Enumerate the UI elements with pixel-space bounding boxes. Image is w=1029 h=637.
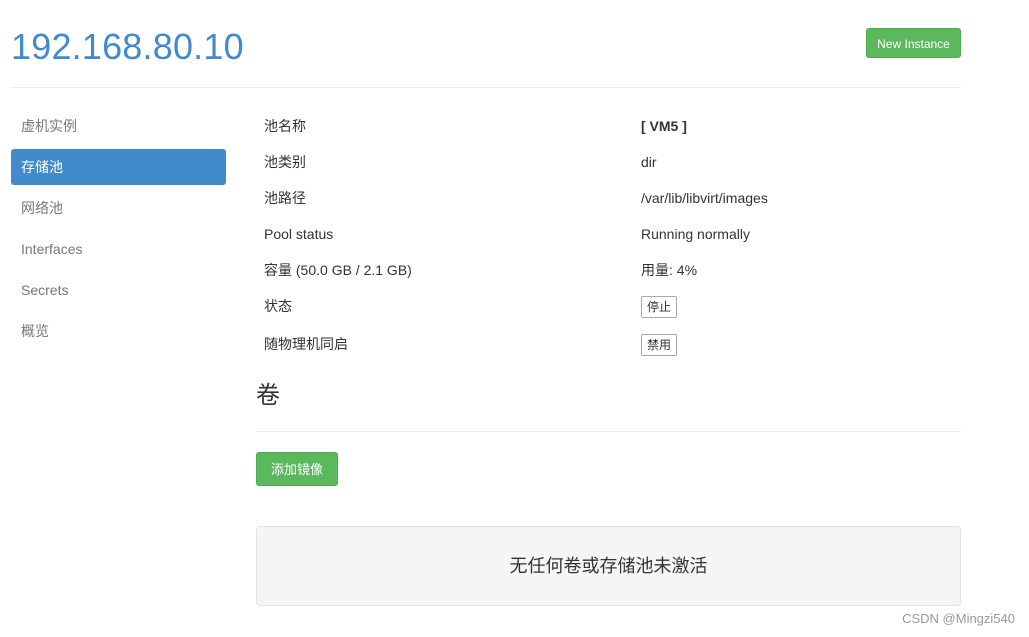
pool-capacity-row: 容量 (50.0 GB / 2.1 GB) 用量: 4% xyxy=(256,252,961,288)
pool-info-table: 池名称 [ VM5 ] 池类别 dir 池路径 /var/lib/libvirt… xyxy=(256,108,961,364)
pool-usage-value: 用量: 4% xyxy=(641,262,698,278)
pool-name-value: [ VM5 ] xyxy=(641,118,687,134)
pool-type-row: 池类别 dir xyxy=(256,144,961,180)
add-image-button[interactable]: 添加镜像 xyxy=(256,452,338,486)
pool-state-label: 状态 xyxy=(264,298,292,314)
pool-status-value: Running normally xyxy=(641,226,750,242)
sidebar-item-secrets[interactable]: Secrets xyxy=(11,272,226,308)
watermark: CSDN @Mingzi540 xyxy=(902,611,1015,626)
volumes-header: 卷 xyxy=(256,370,961,432)
sidebar-item-interfaces[interactable]: Interfaces xyxy=(11,231,226,267)
pool-path-value: /var/lib/libvirt/images xyxy=(641,190,768,206)
sidebar-nav: 虚机实例 存储池 网络池 Interfaces Secrets 概览 xyxy=(11,108,226,354)
pool-status-label: Pool status xyxy=(264,226,334,242)
pool-status-row: Pool status Running normally xyxy=(256,216,961,252)
pool-type-label: 池类别 xyxy=(264,154,306,170)
volumes-title: 卷 xyxy=(256,382,280,409)
sidebar-item-overview[interactable]: 概览 xyxy=(11,313,226,349)
pool-type-value: dir xyxy=(641,154,657,170)
page-title: 192.168.80.10 xyxy=(11,26,244,67)
sidebar-item-networks[interactable]: 网络池 xyxy=(11,190,226,226)
sidebar-item-storage-pools[interactable]: 存储池 xyxy=(11,149,226,185)
pool-autostart-row: 随物理机同启 禁用 xyxy=(256,326,961,364)
empty-volumes-text: 无任何卷或存储池未激活 xyxy=(509,556,708,576)
new-instance-button[interactable]: New Instance xyxy=(866,28,961,58)
pool-capacity-label: 容量 (50.0 GB / 2.1 GB) xyxy=(264,262,412,278)
pool-state-row: 状态 停止 xyxy=(256,288,961,326)
disable-autostart-button[interactable]: 禁用 xyxy=(641,334,678,356)
pool-name-label: 池名称 xyxy=(264,118,306,134)
page-header: 192.168.80.10 New Instance xyxy=(11,0,961,88)
empty-volumes-message: 无任何卷或存储池未激活 xyxy=(256,526,961,606)
sidebar-item-instances[interactable]: 虚机实例 xyxy=(11,108,226,144)
pool-path-row: 池路径 /var/lib/libvirt/images xyxy=(256,180,961,216)
pool-autostart-label: 随物理机同启 xyxy=(264,336,348,352)
pool-path-label: 池路径 xyxy=(264,190,306,206)
stop-pool-button[interactable]: 停止 xyxy=(641,296,678,318)
pool-name-row: 池名称 [ VM5 ] xyxy=(256,108,961,144)
